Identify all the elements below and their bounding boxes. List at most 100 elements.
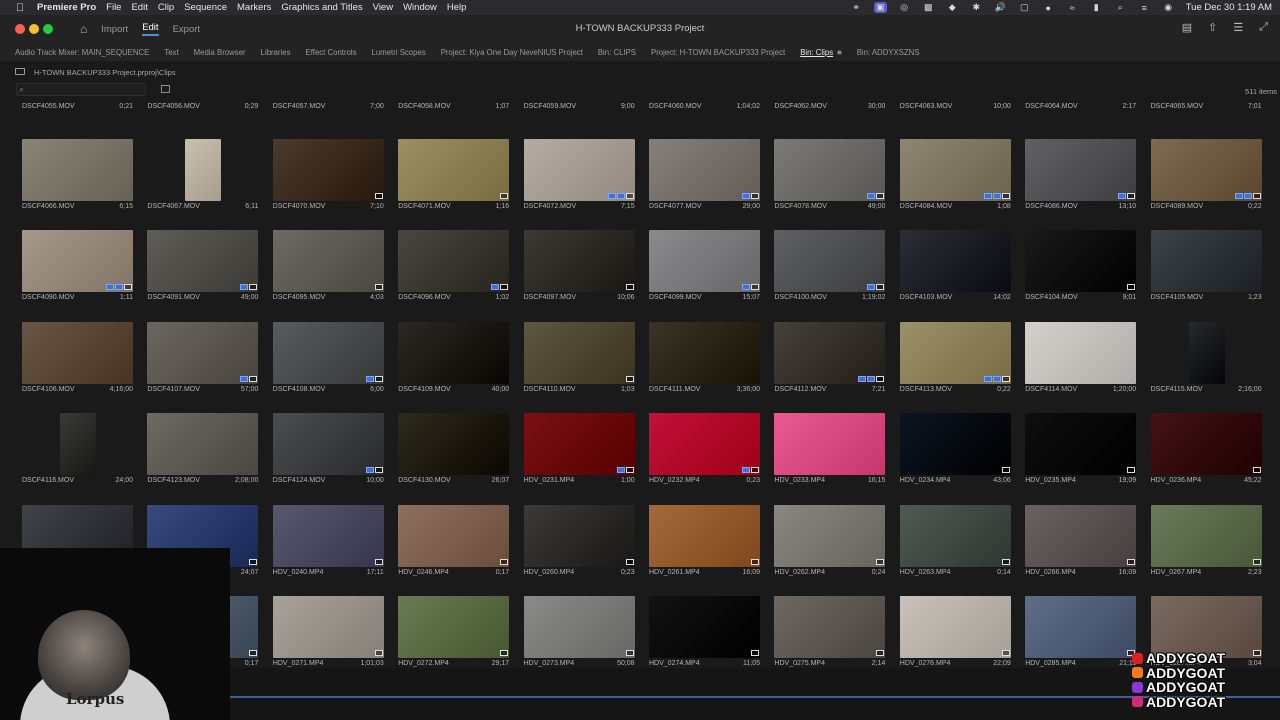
clip-label-row-item[interactable]: DSCF4064.MOV 2:17 — [1003, 100, 1136, 114]
spotlight-search-icon[interactable]: ⌕ — [1114, 2, 1127, 13]
clip-tile[interactable]: DSCF4071.MOV 1;16 — [376, 114, 510, 210]
clip-tile[interactable]: HDV_0232.MP4 0;23 — [627, 388, 760, 484]
clip-thumbnail[interactable] — [523, 504, 635, 567]
clip-tile[interactable]: HDV_0262.MP4 0;24 — [752, 480, 886, 576]
clip-thumbnail[interactable] — [523, 230, 635, 293]
clip-label-row-item[interactable]: DSCF4055.MOV 0;21 — [0, 100, 133, 114]
clip-thumbnail[interactable] — [649, 230, 760, 293]
clip-thumbnail[interactable] — [398, 504, 510, 567]
clip-thumbnail[interactable] — [774, 413, 886, 476]
clip-tile[interactable]: DSCF4124.MOV 10;00 — [251, 388, 384, 484]
clip-thumbnail[interactable] — [1025, 230, 1137, 293]
clip-label-row-item[interactable]: DSCF4062.MOV 30;00 — [752, 100, 885, 114]
clip-tile[interactable]: DSCF4112.MOV 7;21 — [752, 297, 886, 393]
clip-thumbnail[interactable] — [649, 504, 760, 567]
control-center-icon[interactable]: ≡ — [1138, 2, 1151, 13]
clip-thumbnail[interactable] — [523, 413, 635, 476]
clip-tile[interactable]: HDV_0275.MP4 2;14 — [752, 571, 886, 667]
clip-thumbnail[interactable] — [398, 321, 510, 384]
clip-thumbnail[interactable] — [523, 321, 635, 384]
clip-tile[interactable]: HDV_0267.MP4 2;23 — [1129, 480, 1262, 576]
clip-tile[interactable]: HDV_0260.MP4 0;23 — [502, 480, 635, 576]
clip-thumbnail[interactable] — [1150, 139, 1262, 201]
clip-tile[interactable]: HDV_0271.MP4 1;01;03 — [251, 571, 384, 667]
tab-project-kiya[interactable]: Project: Kiya One Day NeveNIUS Project — [441, 48, 583, 57]
clip-tile[interactable]: DSCF4096.MOV 1;02 — [376, 205, 510, 301]
creative-cloud-icon[interactable]: ⚭ — [850, 2, 863, 13]
tab-audio-track-mixer[interactable]: Audio Track Mixer: MAIN_SEQUENCE — [15, 48, 149, 57]
clip-tile[interactable]: HDV_0234.MP4 43;06 — [878, 388, 1011, 484]
tab-bin-clips-upper[interactable]: Bin: CLIPS — [598, 48, 636, 57]
clip-thumbnail[interactable] — [899, 139, 1011, 201]
clip-thumbnail[interactable] — [899, 504, 1011, 567]
clip-tile[interactable]: DSCF4130.MOV 26;07 — [376, 388, 510, 484]
horizontal-scrollbar[interactable] — [230, 696, 1280, 698]
circle-app-icon[interactable]: ◎ — [898, 2, 911, 13]
clip-label-row-item[interactable]: DSCF4063.MOV 10;00 — [878, 100, 1011, 114]
clip-tile[interactable]: HDV_0231.MP4 1;00 — [502, 388, 635, 484]
clip-thumbnail[interactable] — [523, 596, 635, 658]
clip-tile[interactable]: HDV_0274.MP4 11;05 — [627, 571, 760, 667]
clip-thumbnail[interactable] — [147, 230, 259, 293]
panel-menu-icon[interactable]: ≡ — [837, 48, 842, 57]
clip-thumbnail[interactable] — [774, 504, 886, 567]
user-icon[interactable]: ● — [1042, 2, 1055, 13]
clip-thumbnail[interactable] — [398, 413, 510, 476]
clip-thumbnail[interactable] — [147, 413, 259, 476]
clip-thumbnail[interactable] — [1025, 596, 1137, 658]
tab-lumetri-scopes[interactable]: Lumetri Scopes — [372, 48, 426, 57]
clip-label-row-item[interactable]: DSCF4060.MOV 1;04;02 — [627, 100, 760, 114]
clip-thumbnail[interactable] — [60, 413, 96, 476]
clip-tile[interactable]: DSCF4109.MOV 40;00 — [376, 297, 510, 393]
clip-thumbnail[interactable] — [899, 230, 1011, 293]
clip-thumbnail[interactable] — [272, 321, 384, 384]
tab-bin-addyxszns[interactable]: Bin: ADDYXSZNS — [857, 48, 920, 57]
clip-tile[interactable]: DSCF4090.MOV 1;11 — [0, 205, 133, 301]
clip-tile[interactable]: HDV_0287.MP4 3;04 — [1129, 571, 1262, 667]
clip-tile[interactable]: DSCF4115.MOV 2;16;00 — [1129, 297, 1262, 393]
apple-icon[interactable]:  — [13, 2, 27, 14]
clip-label-row-item[interactable]: DSCF4056.MOV 0;29 — [125, 100, 258, 114]
clip-tile[interactable]: DSCF4089.MOV 0;22 — [1129, 114, 1262, 210]
tab-effect-controls[interactable]: Effect Controls — [306, 48, 357, 57]
volume-icon[interactable]: 🔊 — [994, 2, 1007, 13]
clip-label-row-item[interactable]: DSCF4065.MOV 7;01 — [1129, 100, 1262, 114]
clip-tile[interactable]: DSCF4116.MOV 24;00 — [0, 388, 133, 484]
menu-app-name[interactable]: Premiere Pro — [37, 2, 96, 13]
clip-tile[interactable]: DSCF4107.MOV 57;00 — [125, 297, 259, 393]
clip-tile[interactable]: DSCF4070.MOV 7;10 — [251, 114, 384, 210]
menu-clock[interactable]: Tue Dec 30 1:19 AM — [1186, 2, 1272, 13]
menu-sequence[interactable]: Sequence — [184, 2, 227, 13]
clip-tile[interactable]: DSCF4111.MOV 3;36;00 — [627, 297, 760, 393]
screen-record-icon[interactable]: ▣ — [873, 2, 887, 13]
clip-tile[interactable]: DSCF4086.MOV 13;10 — [1003, 114, 1137, 210]
clip-thumbnail[interactable] — [899, 413, 1011, 476]
workspace-menu-icon[interactable]: ☰ — [1233, 21, 1243, 34]
clip-tile[interactable]: HDV_0233.MP4 16;15 — [752, 388, 886, 484]
menu-file[interactable]: File — [106, 2, 121, 13]
clip-thumbnail[interactable] — [272, 504, 384, 567]
clip-tile[interactable]: DSCF4123.MOV 2;08;00 — [125, 388, 259, 484]
clip-thumbnail[interactable] — [22, 321, 133, 384]
clip-thumbnail[interactable] — [398, 230, 510, 293]
clip-thumbnail[interactable] — [1025, 413, 1137, 476]
clip-tile[interactable]: DSCF4104.MOV 9;01 — [1003, 205, 1137, 301]
clip-tile[interactable]: DSCF4103.MOV 14;02 — [878, 205, 1011, 301]
clip-tile[interactable]: DSCF4078.MOV 49;00 — [752, 114, 886, 210]
clip-thumbnail[interactable] — [1025, 321, 1137, 384]
clip-thumbnail[interactable] — [523, 139, 635, 201]
clip-tile[interactable]: HDV_0276.MP4 22;09 — [878, 571, 1011, 667]
diamond-app-icon[interactable]: ◆ — [946, 2, 959, 13]
clip-thumbnail[interactable] — [272, 596, 384, 658]
clip-tile[interactable]: HDV_0261.MP4 16;09 — [627, 480, 760, 576]
clip-tile[interactable]: DSCF4099.MOV 15;07 — [627, 205, 760, 301]
bluetooth-icon[interactable]: ✱ — [970, 2, 983, 13]
clip-tile[interactable]: HDV_0266.MP4 16;09 — [1003, 480, 1137, 576]
clip-thumbnail[interactable] — [1150, 596, 1262, 658]
wifi-icon[interactable]: ≈ — [1066, 2, 1079, 13]
clip-label-row-item[interactable]: DSCF4058.MOV 1;07 — [376, 100, 509, 114]
clip-thumbnail[interactable] — [1150, 504, 1262, 567]
tab-libraries[interactable]: Libraries — [261, 48, 291, 57]
clip-tile[interactable]: DSCF4105.MOV 1;23 — [1129, 205, 1262, 301]
clip-tile[interactable]: DSCF4113.MOV 0;22 — [878, 297, 1011, 393]
